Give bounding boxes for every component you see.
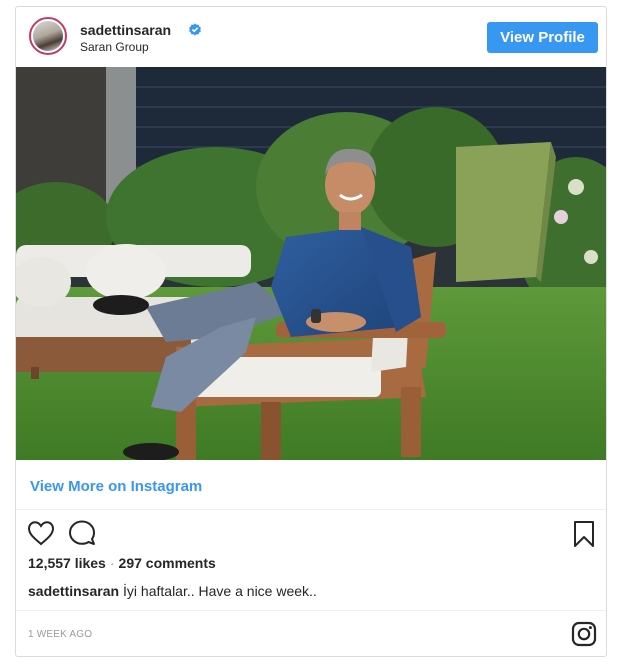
view-profile-button[interactable]: View Profile bbox=[487, 22, 598, 53]
post-photo[interactable] bbox=[16, 67, 606, 460]
heart-icon[interactable] bbox=[27, 520, 55, 546]
bookmark-icon[interactable] bbox=[573, 520, 595, 548]
instagram-logo-icon[interactable] bbox=[571, 621, 597, 647]
separator: · bbox=[109, 555, 115, 571]
username[interactable]: sadettinsaran bbox=[80, 22, 171, 38]
likes-count[interactable]: 12,557 likes bbox=[28, 555, 106, 571]
caption-username[interactable]: sadettinsaran bbox=[28, 583, 119, 599]
account-subtitle: Saran Group bbox=[80, 40, 149, 54]
verified-icon bbox=[189, 23, 201, 36]
divider bbox=[16, 509, 606, 510]
engagement-counts: 12,557 likes · 297 comments bbox=[28, 555, 216, 571]
post-header: sadettinsaran Saran Group View Profile bbox=[16, 7, 606, 67]
view-more-link[interactable]: View More on Instagram bbox=[30, 478, 202, 495]
timestamp[interactable]: 1 WEEK AGO bbox=[28, 629, 92, 640]
caption: sadettinsaran İyi haftalar.. Have a nice … bbox=[28, 583, 317, 599]
avatar[interactable] bbox=[29, 17, 67, 55]
comment-icon[interactable] bbox=[68, 520, 96, 546]
avatar-image bbox=[33, 21, 63, 51]
instagram-embed-card: sadettinsaran Saran Group View Profile V… bbox=[15, 6, 607, 657]
comments-count[interactable]: 297 comments bbox=[119, 555, 216, 571]
caption-text: İyi haftalar.. Have a nice week.. bbox=[123, 583, 317, 599]
divider bbox=[16, 610, 606, 611]
action-bar bbox=[16, 512, 606, 552]
post-image bbox=[16, 67, 606, 460]
